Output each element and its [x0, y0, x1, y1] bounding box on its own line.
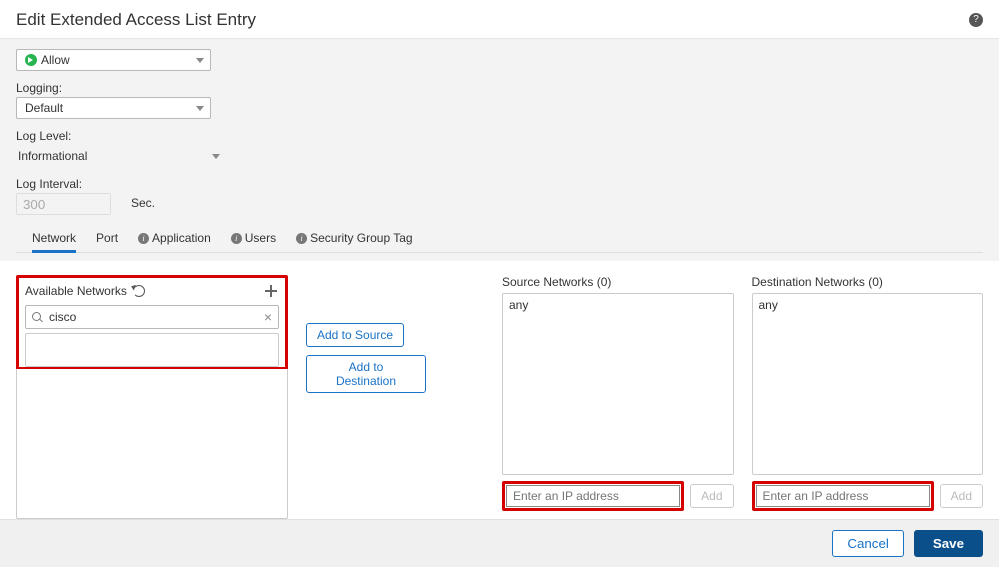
destination-ip-input[interactable] [756, 485, 930, 507]
list-item[interactable]: any [759, 298, 977, 312]
log-level-label: Log Level: [16, 129, 983, 143]
source-networks-title: Source Networks (0) [502, 275, 611, 289]
tab-sgt[interactable]: i Security Group Tag [296, 225, 413, 252]
cancel-button[interactable]: Cancel [832, 530, 904, 557]
logging-value: Default [25, 101, 63, 115]
available-results-top[interactable] [25, 333, 279, 367]
dialog-title: Edit Extended Access List Entry [16, 10, 256, 30]
log-interval-unit: Sec. [131, 196, 155, 210]
list-item[interactable]: any [509, 298, 727, 312]
add-to-source-button[interactable]: Add to Source [306, 323, 404, 347]
search-icon [32, 312, 43, 323]
tab-users[interactable]: i Users [231, 225, 276, 252]
log-level-select[interactable]: Informational [16, 145, 226, 167]
available-search-input[interactable] [47, 309, 264, 325]
logging-select[interactable]: Default [16, 97, 211, 119]
log-interval-label: Log Interval: [16, 177, 111, 191]
add-to-destination-button[interactable]: Add to Destination [306, 355, 426, 393]
chevron-down-icon [196, 58, 204, 63]
source-ip-highlight [502, 481, 684, 511]
tab-application[interactable]: i Application [138, 225, 211, 252]
info-icon: i [138, 233, 149, 244]
refresh-icon[interactable] [133, 285, 145, 297]
available-networks-highlight: Available Networks × [16, 275, 288, 370]
source-ip-input[interactable] [506, 485, 680, 507]
save-button[interactable]: Save [914, 530, 983, 557]
available-networks-title: Available Networks [25, 284, 127, 298]
clear-search-icon[interactable]: × [264, 310, 272, 324]
info-icon: i [231, 233, 242, 244]
tab-network[interactable]: Network [32, 225, 76, 253]
action-value: Allow [41, 53, 70, 67]
destination-add-button: Add [940, 484, 983, 508]
destination-networks-list[interactable]: any [752, 293, 984, 475]
log-interval-input[interactable] [16, 193, 111, 215]
add-network-icon[interactable] [263, 283, 279, 299]
source-networks-list[interactable]: any [502, 293, 734, 475]
logging-label: Logging: [16, 81, 983, 95]
chevron-down-icon [212, 154, 220, 159]
destination-ip-highlight [752, 481, 934, 511]
help-icon[interactable]: ? [969, 13, 983, 27]
chevron-down-icon [196, 106, 204, 111]
info-icon: i [296, 233, 307, 244]
tab-port[interactable]: Port [96, 225, 118, 252]
log-level-value: Informational [18, 149, 87, 163]
destination-networks-title: Destination Networks (0) [752, 275, 883, 289]
action-select[interactable]: Allow [16, 49, 211, 71]
source-add-button: Add [690, 484, 733, 508]
allow-icon [25, 54, 37, 66]
available-networks-list[interactable] [16, 369, 288, 519]
